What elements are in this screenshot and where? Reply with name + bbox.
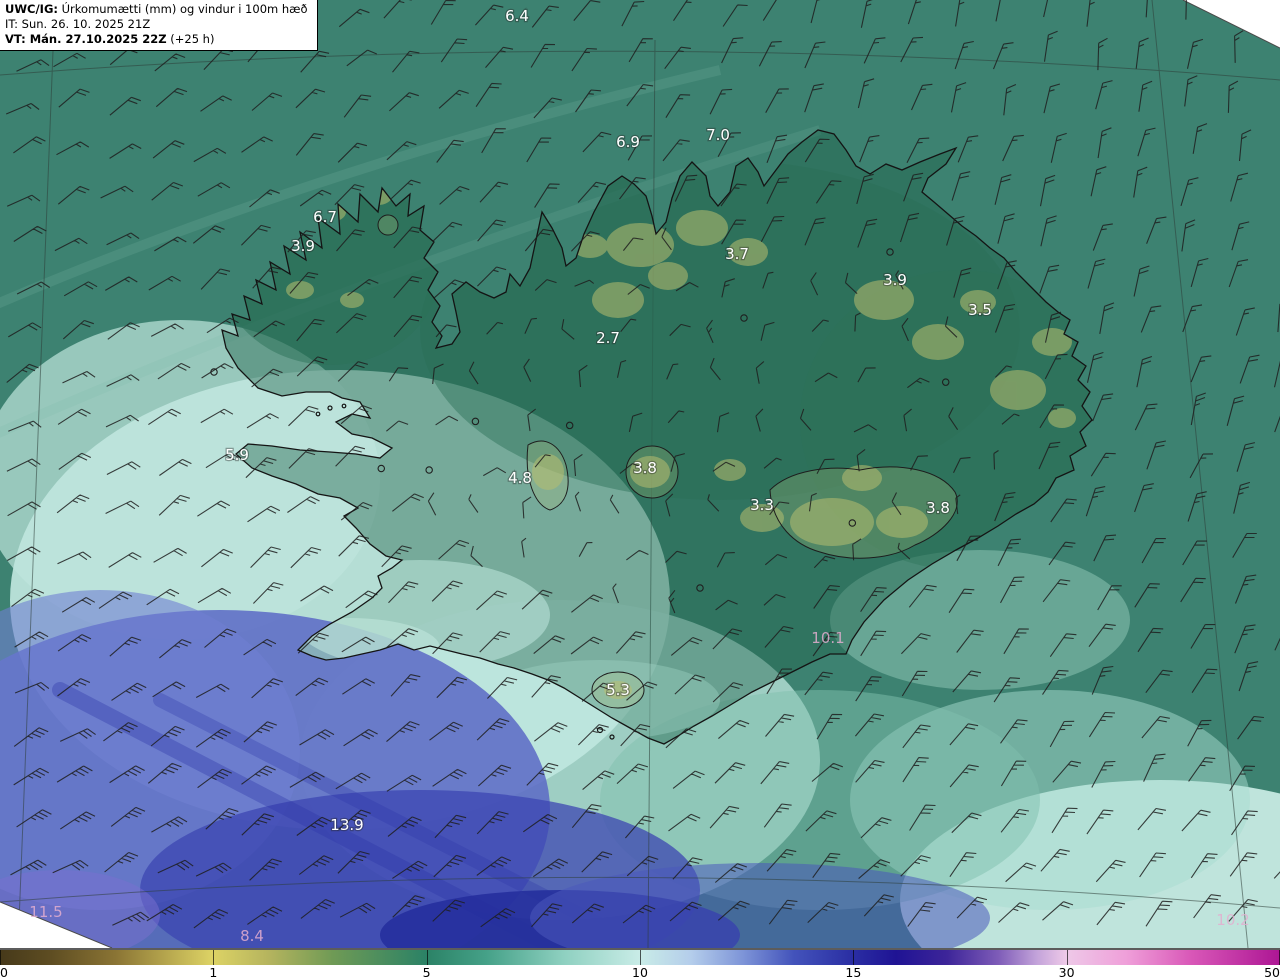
precip-value-label: 3.3 bbox=[750, 496, 774, 514]
title-line-product: UWC/IG: Úrkomumætti (mm) og vindur i 100… bbox=[5, 2, 308, 17]
colorbar-tick-mark bbox=[853, 950, 854, 965]
precip-value-label: 3.5 bbox=[968, 301, 992, 319]
precip-value-label: 6.9 bbox=[616, 133, 640, 151]
colorbar-tick-label: 15 bbox=[845, 965, 861, 978]
precip-value-label: 3.9 bbox=[291, 237, 315, 255]
precip-value-label: 2.7 bbox=[596, 329, 620, 347]
precip-value-label: 6.4 bbox=[505, 7, 529, 25]
precip-max-label: 10.1 bbox=[811, 629, 844, 647]
weather-forecast-screen: 6.4 6.9 7.0 6.7 3.9 3.7 3.9 3.5 2.7 5.9 4.8 3.8 3.3 3… bbox=[0, 0, 1280, 978]
colorbar-tick-mark bbox=[0, 950, 1, 965]
precip-value-label: 3.7 bbox=[725, 245, 749, 263]
colorbar-tick-label: 5 bbox=[423, 965, 431, 978]
colorbar-tick-mark bbox=[427, 950, 428, 965]
precip-value-label: 13.9 bbox=[330, 816, 363, 834]
precip-value-label: 3.8 bbox=[926, 499, 950, 517]
title-line-valid: VT: Mán. 27.10.2025 22Z (+25 h) bbox=[5, 32, 308, 47]
precip-value-label: 5.9 bbox=[225, 446, 249, 464]
colorbar-tick-mark bbox=[213, 950, 214, 965]
colorbar: 01510153050 bbox=[0, 948, 1280, 978]
title-line-init: IT: Sun. 26. 10. 2025 21Z bbox=[5, 17, 308, 32]
precip-max-label: 11.5 bbox=[29, 903, 62, 921]
precip-max-label: 8.4 bbox=[240, 927, 264, 945]
precip-value-label: 3.9 bbox=[883, 271, 907, 289]
title-box: UWC/IG: Úrkomumætti (mm) og vindur i 100… bbox=[0, 0, 318, 51]
colorbar-tick-mark bbox=[1067, 950, 1068, 965]
colorbar-tick-label: 1 bbox=[209, 965, 217, 978]
product-code: UWC/IG: bbox=[5, 2, 58, 16]
map-area: 6.4 6.9 7.0 6.7 3.9 3.7 3.9 3.5 2.7 5.9 4.8 3.8 3.3 3… bbox=[0, 0, 1280, 948]
precipitation-wind-map: 6.4 6.9 7.0 6.7 3.9 3.7 3.9 3.5 2.7 5.9 4.8 3.8 3.3 3… bbox=[0, 0, 1280, 948]
colorbar-tick-label: 10 bbox=[632, 965, 648, 978]
precip-value-label: 7.0 bbox=[706, 126, 730, 144]
precip-value-label: 4.8 bbox=[508, 469, 532, 487]
precip-value-label: 5.3 bbox=[606, 681, 630, 699]
colorbar-tick-mark bbox=[640, 950, 641, 965]
precip-value-label: 3.8 bbox=[633, 459, 657, 477]
colorbar-tick-label: 50 bbox=[1264, 965, 1280, 978]
colorbar-tick-label: 0 bbox=[0, 965, 8, 978]
precip-max-label: 10.2 bbox=[1216, 911, 1249, 929]
product-description: Úrkomumætti (mm) og vindur i 100m hæð bbox=[58, 2, 308, 16]
colorbar-tick-label: 30 bbox=[1059, 965, 1075, 978]
precip-value-label: 6.7 bbox=[313, 208, 337, 226]
